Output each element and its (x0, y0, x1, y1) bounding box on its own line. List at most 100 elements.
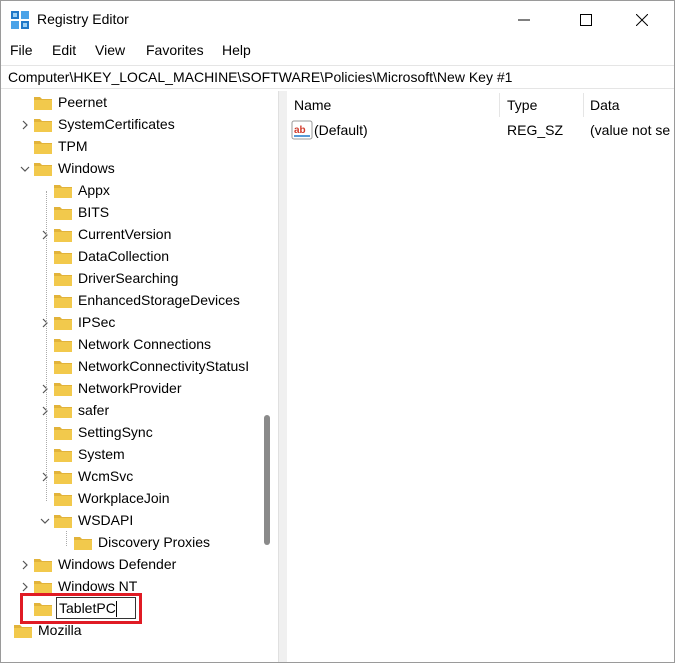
value-name-cell[interactable]: (Default) (314, 122, 368, 138)
maximize-icon (580, 14, 592, 26)
tree-item[interactable]: safer (3, 400, 265, 422)
tree-item-label[interactable]: Mozilla (38, 622, 82, 638)
chevron-right-icon[interactable] (40, 406, 50, 416)
tree-item-label[interactable]: BITS (78, 204, 109, 220)
folder-icon (34, 141, 52, 154)
address-path[interactable]: Computer\HKEY_LOCAL_MACHINE\SOFTWARE\Pol… (8, 69, 512, 85)
tree-item[interactable]: BITS (3, 202, 265, 224)
registry-editor-window: Registry Editor File Edit View Favorites… (0, 0, 675, 663)
folder-icon (54, 405, 72, 418)
tree-item[interactable]: WorkplaceJoin (3, 488, 265, 510)
menu-bar: File Edit View Favorites Help (1, 39, 674, 63)
menu-file[interactable]: File (10, 42, 33, 58)
column-header-data[interactable]: Data (590, 91, 620, 117)
tree-item[interactable]: SystemCertificates (3, 114, 265, 136)
value-type-cell[interactable]: REG_SZ (507, 122, 563, 138)
tree-item[interactable]: Network Connections (3, 334, 265, 356)
close-button[interactable] (619, 1, 665, 39)
folder-icon (74, 537, 92, 550)
folder-icon (34, 163, 52, 176)
tree-item[interactable]: Windows Defender (3, 554, 265, 576)
tree-item-label[interactable]: CurrentVersion (78, 226, 171, 242)
tree-item-label[interactable]: SettingSync (78, 424, 153, 440)
tree-item-label[interactable]: Discovery Proxies (98, 534, 210, 550)
minimize-icon (518, 19, 530, 21)
folder-icon (54, 251, 72, 264)
tree-item[interactable]: NetworkConnectivityStatusI (3, 356, 265, 378)
close-icon (636, 14, 648, 26)
tree-item[interactable]: TPM (3, 136, 265, 158)
menu-help[interactable]: Help (222, 42, 251, 58)
tree-item-label[interactable]: EnhancedStorageDevices (78, 292, 240, 308)
tree-scrollbar[interactable] (264, 93, 270, 661)
tree-item-label[interactable]: NetworkConnectivityStatusI (78, 358, 249, 374)
string-value-icon: ab (291, 120, 313, 140)
chevron-right-icon[interactable] (20, 582, 30, 592)
tree-item-label[interactable]: DataCollection (78, 248, 169, 264)
tree-item[interactable]: System (3, 444, 265, 466)
tree-item-label[interactable]: NetworkProvider (78, 380, 181, 396)
chevron-right-icon[interactable] (20, 560, 30, 570)
tree-item[interactable]: Peernet (3, 92, 265, 114)
chevron-down-icon[interactable] (20, 164, 30, 174)
maximize-button[interactable] (563, 1, 609, 39)
tree-item-label[interactable]: TPM (58, 138, 88, 154)
tree-item[interactable]: EnhancedStorageDevices (3, 290, 265, 312)
value-data-cell[interactable]: (value not se (590, 122, 670, 138)
tree-scrollbar-thumb[interactable] (264, 415, 270, 545)
column-header-name[interactable]: Name (294, 91, 331, 117)
chevron-down-icon[interactable] (40, 516, 50, 526)
folder-icon (54, 273, 72, 286)
tree-item[interactable]: IPSec (3, 312, 265, 334)
values-list-pane[interactable]: Name Type Data ab (Default) REG_SZ (valu… (287, 91, 674, 662)
tree-item[interactable]: DataCollection (3, 246, 265, 268)
registry-editor-icon (11, 11, 29, 29)
key-tree-pane[interactable]: Peernet SystemCertificates TPM Windows Appx B… (3, 91, 279, 662)
tree-item-label[interactable]: Peernet (58, 94, 107, 110)
tree-item-label[interactable]: Appx (78, 182, 110, 198)
tree-item-label[interactable]: Windows NT (58, 578, 137, 594)
tree-item-label[interactable]: Network Connections (78, 336, 211, 352)
column-separator[interactable] (499, 93, 500, 117)
tree-item-label[interactable]: IPSec (78, 314, 115, 330)
tree-item-label[interactable]: DriverSearching (78, 270, 178, 286)
minimize-button[interactable] (501, 1, 547, 39)
tree-item[interactable]: WSDAPI (3, 510, 265, 532)
tree-item[interactable]: Appx (3, 180, 265, 202)
tree-item-label[interactable]: WcmSvc (78, 468, 133, 484)
tree-item[interactable]: Windows (3, 158, 265, 180)
tree-item-label[interactable]: System (78, 446, 125, 462)
tree-item[interactable]: DriverSearching (3, 268, 265, 290)
folder-icon (54, 471, 72, 484)
tree-item-label[interactable]: SystemCertificates (58, 116, 175, 132)
tree-item[interactable]: SettingSync (3, 422, 265, 444)
column-header-type[interactable]: Type (507, 91, 537, 117)
column-separator[interactable] (583, 93, 584, 117)
folder-icon (54, 207, 72, 220)
folder-icon (54, 361, 72, 374)
tree-item[interactable]: CurrentVersion (3, 224, 265, 246)
tree-item[interactable]: NetworkProvider (3, 378, 265, 400)
menu-edit[interactable]: Edit (52, 42, 76, 58)
pane-splitter[interactable] (279, 91, 287, 662)
folder-icon (54, 449, 72, 462)
folder-icon (54, 185, 72, 198)
chevron-right-icon[interactable] (40, 318, 50, 328)
chevron-right-icon[interactable] (40, 384, 50, 394)
address-bar[interactable]: Computer\HKEY_LOCAL_MACHINE\SOFTWARE\Pol… (1, 65, 674, 89)
menu-favorites[interactable]: Favorites (146, 42, 204, 58)
folder-icon (54, 383, 72, 396)
tree-item-label[interactable]: safer (78, 402, 109, 418)
chevron-right-icon[interactable] (40, 472, 50, 482)
folder-icon (14, 625, 32, 638)
menu-view[interactable]: View (95, 42, 125, 58)
chevron-right-icon[interactable] (40, 230, 50, 240)
tree-item-label[interactable]: WSDAPI (78, 512, 133, 528)
tree-item-label[interactable]: Windows (58, 160, 115, 176)
tree-item-label[interactable]: WorkplaceJoin (78, 490, 170, 506)
folder-icon (54, 229, 72, 242)
tree-item[interactable]: Discovery Proxies (3, 532, 265, 554)
tree-item-label[interactable]: Windows Defender (58, 556, 176, 572)
tree-item[interactable]: WcmSvc (3, 466, 265, 488)
chevron-right-icon[interactable] (20, 120, 30, 130)
